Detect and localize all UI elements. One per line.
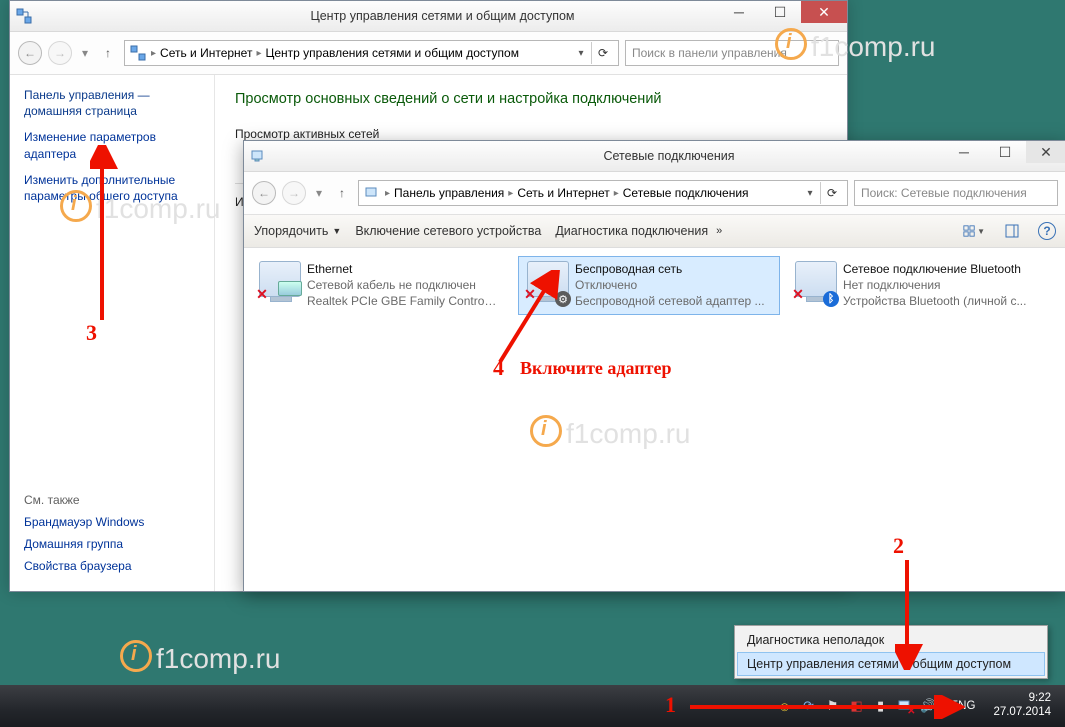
crumb-sep-icon: ▸ <box>614 188 619 199</box>
breadcrumb-dropdown[interactable]: ▾ <box>575 48 587 59</box>
nic-overlay-icon <box>278 281 302 296</box>
back-button[interactable]: ← <box>18 41 42 65</box>
crumb-network-internet[interactable]: Сеть и Интернет <box>160 46 252 60</box>
tray-clock[interactable]: 9:22 27.07.2014 <box>989 692 1059 720</box>
window2-history-dropdown[interactable]: ▾ <box>312 186 326 200</box>
sidebar-homegroup-link[interactable]: Домашняя группа <box>24 537 200 551</box>
tray-sync-icon[interactable]: ⟳ <box>801 698 817 714</box>
connection-name: Беспроводная сеть <box>575 261 765 277</box>
tray-battery-icon[interactable]: ▮ <box>873 698 889 714</box>
sidebar-see-also-label: См. также <box>24 493 200 507</box>
breadcrumb-root-icon <box>129 44 147 62</box>
connection-icon: ✕⚙ <box>525 261 569 305</box>
toolbar-diagnose-button[interactable]: Диагностика подключения» <box>555 224 722 238</box>
connection-device: Realtek PCIe GBE Family Controller <box>307 293 497 309</box>
sidebar-advanced-sharing-link[interactable]: Изменить дополнительные параметры общего… <box>24 172 200 204</box>
crumb-sep-icon: ▸ <box>508 188 513 199</box>
crumb-sep-icon: ▸ <box>151 48 156 59</box>
window2-close-button[interactable]: ✕ <box>1026 141 1065 163</box>
window2-toolbar: Упорядочить▼ Включение сетевого устройст… <box>244 215 1065 248</box>
search-placeholder: Поиск в панели управления <box>632 46 787 60</box>
connection-item[interactable]: ✕ EthernetСетевой кабель не подключенReal… <box>250 256 512 315</box>
crumb-net-connections[interactable]: Сетевые подключения <box>623 186 749 200</box>
connection-icon: ✕ <box>257 261 301 305</box>
crumb-sep-icon: ▸ <box>256 48 261 59</box>
connection-device: Устройства Bluetooth (личной с... <box>843 293 1026 309</box>
window2-search-input[interactable]: Поиск: Сетевые подключения <box>854 180 1058 206</box>
crumb-sharing-center[interactable]: Центр управления сетями и общим доступом <box>265 46 519 60</box>
forward-button[interactable]: → <box>48 41 72 65</box>
window1-search-input[interactable]: Поиск в панели управления <box>625 40 839 66</box>
window2-back-button[interactable]: ← <box>252 181 276 205</box>
disabled-x-icon: ✕ <box>791 287 805 301</box>
toolbar-enable-device-button[interactable]: Включение сетевого устройства <box>355 224 541 238</box>
tray-volume-icon[interactable]: 🔊 <box>921 698 937 714</box>
window2-breadcrumb[interactable]: ▸ Панель управления ▸ Сеть и Интернет ▸ … <box>358 180 848 206</box>
bluetooth-overlay-icon: ᛒ <box>823 291 839 307</box>
window1-maximize-button[interactable]: ☐ <box>760 1 800 23</box>
watermark: f1comp.ru <box>120 640 281 675</box>
tray-flag-icon[interactable]: ⚑ <box>825 698 841 714</box>
tray-context-menu: Диагностика неполадок Центр управления с… <box>734 625 1048 679</box>
desktop: Центр управления сетями и общим доступом… <box>0 0 1065 727</box>
connections-list: ✕ EthernetСетевой кабель не подключенReal… <box>244 248 1065 591</box>
window2-title-icon <box>244 148 272 164</box>
tray-language[interactable]: ENG <box>945 700 982 712</box>
window1-titlebar[interactable]: Центр управления сетями и общим доступом… <box>10 1 847 32</box>
window1-close-button[interactable]: ✕ <box>801 1 847 23</box>
window2-titlebar[interactable]: Сетевые подключения ─ ☐ ✕ <box>244 141 1065 172</box>
window1-minimize-button[interactable]: ─ <box>719 1 759 23</box>
network-connections-window: Сетевые подключения ─ ☐ ✕ ← → ▾ ↑ ▸ Пане… <box>243 140 1065 592</box>
toolbar-view-icon[interactable]: ▼ <box>962 219 986 243</box>
breadcrumb-dropdown[interactable]: ▾ <box>804 188 816 199</box>
toolbar-help-icon[interactable]: ? <box>1038 222 1056 240</box>
tray-network-icon[interactable]: ✕ <box>897 698 913 714</box>
connection-item[interactable]: ✕⚙Беспроводная сетьОтключеноБеспроводной… <box>518 256 780 315</box>
window2-refresh-button[interactable]: ⟳ <box>820 182 843 204</box>
window2-minimize-button[interactable]: ─ <box>944 141 984 163</box>
menu-item-sharing-center[interactable]: Центр управления сетями и общим доступом <box>737 652 1045 676</box>
crumb-control-panel[interactable]: Панель управления <box>394 186 504 200</box>
system-tray: ☺ ⟳ ⚑ ◧ ▮ ✕ 🔊 ENG 9:22 27.07.2014 <box>777 692 1065 720</box>
sidebar-firewall-link[interactable]: Брандмауэр Windows <box>24 515 200 529</box>
connection-status: Отключено <box>575 277 765 293</box>
disabled-x-icon: ✕ <box>255 287 269 301</box>
breadcrumb-root-icon <box>363 184 381 202</box>
window2-forward-button[interactable]: → <box>282 181 306 205</box>
connection-status: Нет подключения <box>843 277 1026 293</box>
tray-av-icon[interactable]: ◧ <box>849 698 865 714</box>
window1-breadcrumb[interactable]: ▸ Сеть и Интернет ▸ Центр управления сет… <box>124 40 619 66</box>
window1-address-bar: ← → ▾ ↑ ▸ Сеть и Интернет ▸ Центр управл… <box>10 32 847 75</box>
window2-up-button[interactable]: ↑ <box>332 183 352 203</box>
crumb-net-internet[interactable]: Сеть и Интернет <box>517 186 609 200</box>
connection-name: Сетевое подключение Bluetooth <box>843 261 1026 277</box>
menu-item-diagnose[interactable]: Диагностика неполадок <box>737 628 1045 652</box>
history-dropdown[interactable]: ▾ <box>78 46 92 60</box>
connection-name: Ethernet <box>307 261 497 277</box>
window2-search-placeholder: Поиск: Сетевые подключения <box>861 186 1027 200</box>
active-networks-label: Просмотр активных сетей <box>235 127 827 141</box>
window2-maximize-button[interactable]: ☐ <box>985 141 1025 163</box>
gear-overlay-icon: ⚙ <box>555 291 571 307</box>
tray-smiley-icon[interactable]: ☺ <box>777 698 793 714</box>
connection-device: Беспроводной сетевой адаптер ... <box>575 293 765 309</box>
sidebar-browser-props-link[interactable]: Свойства браузера <box>24 559 200 573</box>
disabled-x-icon: ✕ <box>523 287 537 301</box>
crumb-sep-icon: ▸ <box>385 188 390 199</box>
main-header: Просмотр основных сведений о сети и наст… <box>235 91 827 107</box>
taskbar: ☺ ⟳ ⚑ ◧ ▮ ✕ 🔊 ENG 9:22 27.07.2014 <box>0 685 1065 727</box>
connection-item[interactable]: ✕ᛒСетевое подключение BluetoothНет подкл… <box>786 256 1048 315</box>
sidebar-adapter-settings-link[interactable]: Изменение параметров адаптера <box>24 129 200 161</box>
connection-icon: ✕ᛒ <box>793 261 837 305</box>
window1-sidebar: Панель управления — домашняя страница Из… <box>10 75 215 591</box>
window1-title-icon <box>10 8 38 24</box>
toolbar-preview-pane-icon[interactable] <box>1000 219 1024 243</box>
window2-address-bar: ← → ▾ ↑ ▸ Панель управления ▸ Сеть и Инт… <box>244 172 1065 215</box>
connection-status: Сетевой кабель не подключен <box>307 277 497 293</box>
refresh-button[interactable]: ⟳ <box>591 42 614 64</box>
sidebar-home-link[interactable]: Панель управления — домашняя страница <box>24 87 200 119</box>
toolbar-organize-button[interactable]: Упорядочить▼ <box>254 224 341 238</box>
up-button[interactable]: ↑ <box>98 43 118 63</box>
